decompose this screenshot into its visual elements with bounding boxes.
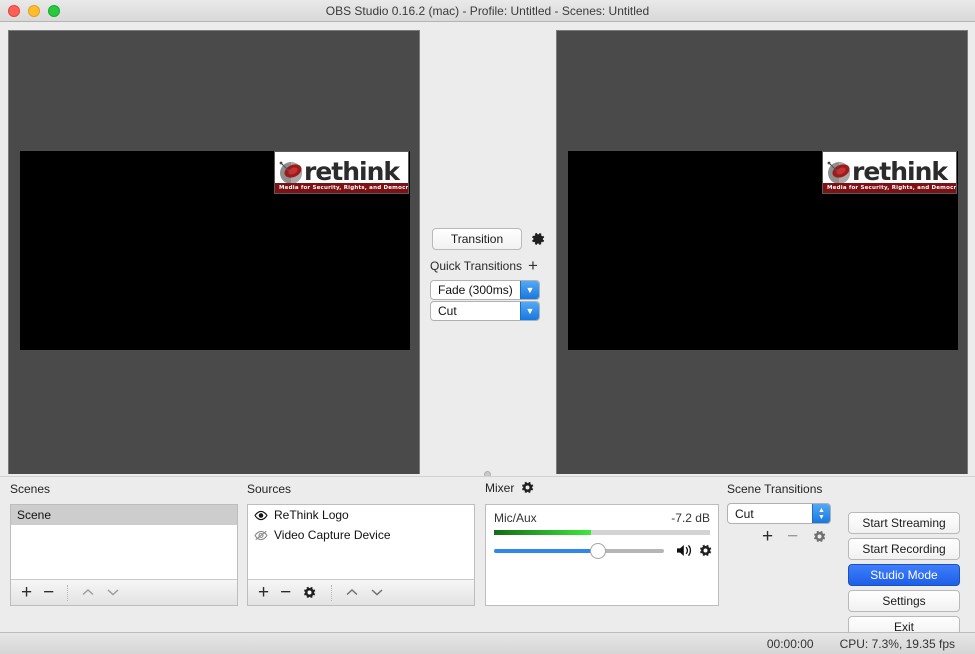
globe-icon <box>278 160 304 186</box>
logo-tagline: Media for Security, Rights, and Democrac… <box>823 183 956 193</box>
title-bar: OBS Studio 0.16.2 (mac) - Profile: Untit… <box>0 0 975 22</box>
gear-icon[interactable] <box>698 543 714 559</box>
preview-video-surface: rethink Media for Security, Rights, and … <box>20 151 410 350</box>
scene-transition-selected-label: Cut <box>735 506 754 521</box>
mixer-channel-name: Mic/Aux <box>494 511 537 525</box>
add-scene-button[interactable]: + <box>21 583 32 602</box>
obs-studio-window: OBS Studio 0.16.2 (mac) - Profile: Untit… <box>0 0 975 654</box>
volume-meter-fill <box>494 530 592 535</box>
mixer-panel: Mic/Aux -7.2 dB <box>485 504 719 606</box>
logo-wordmark: rethink <box>304 156 400 186</box>
logo-wordmark: rethink <box>852 156 948 186</box>
list-item[interactable]: Video Capture Device <box>248 525 474 545</box>
scenes-dock-title: Scenes <box>10 482 51 496</box>
mixer-dock-title: Mixer <box>485 481 515 495</box>
quick-transition-fade-label: Fade (300ms) <box>438 283 513 297</box>
start-recording-button[interactable]: Start Recording <box>848 538 960 560</box>
status-bar: 00:00:00 CPU: 7.3%, 19.35 fps <box>0 632 975 654</box>
preview-area: rethink Media for Security, Rights, and … <box>0 22 975 474</box>
scenes-list[interactable]: Scene + − <box>10 504 238 606</box>
scene-name: Scene <box>17 508 52 522</box>
rethink-logo-overlay-program: rethink Media for Security, Rights, and … <box>822 151 957 194</box>
scene-transitions-toolbar: + − <box>762 527 828 546</box>
quick-transitions-label: Quick Transitions <box>430 259 523 273</box>
controls-dock: Start Streaming Start Recording Studio M… <box>848 512 960 638</box>
quick-transition-cut[interactable]: Cut ▼ <box>430 301 540 321</box>
globe-icon <box>826 160 852 186</box>
program-canvas[interactable]: rethink Media for Security, Rights, and … <box>556 30 968 474</box>
volume-meter <box>494 530 710 535</box>
chevron-down-icon[interactable]: ▼ <box>520 281 539 299</box>
gear-icon[interactable] <box>302 585 318 601</box>
plus-icon[interactable]: + <box>528 257 538 274</box>
move-scene-up-button[interactable] <box>81 585 95 601</box>
source-name: Video Capture Device <box>274 528 391 542</box>
list-item[interactable]: Scene <box>11 505 237 525</box>
sources-dock-title: Sources <box>247 482 292 496</box>
logo-tagline: Media for Security, Rights, and Democrac… <box>275 183 408 193</box>
scene-transitions-dock-title: Scene Transitions <box>727 482 823 496</box>
toolbar-separator <box>331 584 333 601</box>
chevron-down-icon[interactable]: ▼ <box>520 302 539 320</box>
studio-mode-button[interactable]: Studio Mode <box>848 564 960 586</box>
status-timecode: 00:00:00 <box>766 636 814 651</box>
mixer-channel-level: -7.2 dB <box>671 511 710 525</box>
volume-slider[interactable] <box>494 543 664 559</box>
list-item[interactable]: ReThink Logo <box>248 505 474 525</box>
status-performance: CPU: 7.3%, 19.35 fps <box>839 636 955 651</box>
rethink-logo-overlay: rethink Media for Security, Rights, and … <box>274 151 409 194</box>
quick-transition-cut-label: Cut <box>438 304 457 318</box>
transition-controls: Transition Quick Transitions + Fade (300… <box>424 44 552 496</box>
volume-slider-handle[interactable] <box>590 543 606 559</box>
program-video-surface: rethink Media for Security, Rights, and … <box>568 151 958 350</box>
quick-transitions-header: Quick Transitions + <box>430 257 538 274</box>
mixer-dock-header: Mixer <box>485 480 536 496</box>
transition-button[interactable]: Transition <box>432 228 522 250</box>
volume-slider-empty-track <box>598 549 664 553</box>
gear-icon[interactable] <box>520 480 536 496</box>
volume-slider-filled-track <box>494 549 598 553</box>
settings-button[interactable]: Settings <box>848 590 960 612</box>
speaker-icon[interactable] <box>676 543 693 558</box>
move-source-up-button[interactable] <box>345 585 359 601</box>
add-source-button[interactable]: + <box>258 583 269 602</box>
stepper-updown-icon[interactable]: ▲ ▼ <box>812 504 830 523</box>
scene-transition-select[interactable]: Cut ▲ ▼ <box>727 503 831 524</box>
start-streaming-button[interactable]: Start Streaming <box>848 512 960 534</box>
source-name: ReThink Logo <box>274 508 349 522</box>
move-source-down-button[interactable] <box>370 585 384 601</box>
preview-canvas[interactable]: rethink Media for Security, Rights, and … <box>8 30 420 474</box>
sources-toolbar: + − <box>248 579 474 605</box>
remove-source-button[interactable]: − <box>280 583 291 602</box>
eye-hidden-icon[interactable] <box>254 530 268 541</box>
add-transition-button[interactable]: + <box>762 527 773 546</box>
gear-icon[interactable] <box>530 231 546 247</box>
transition-row: Transition <box>432 228 546 250</box>
dock-row: Scenes Scene + − Sources ReThink Logo Vi… <box>0 477 975 638</box>
scenes-toolbar: + − <box>11 579 237 605</box>
window-title: OBS Studio 0.16.2 (mac) - Profile: Untit… <box>325 3 650 18</box>
eye-visible-icon[interactable] <box>254 510 268 521</box>
remove-transition-button[interactable]: − <box>787 527 798 546</box>
move-scene-down-button[interactable] <box>106 585 120 601</box>
quick-transition-fade[interactable]: Fade (300ms) ▼ <box>430 280 540 300</box>
gear-icon[interactable] <box>812 529 828 545</box>
remove-scene-button[interactable]: − <box>43 583 54 602</box>
toolbar-separator <box>67 584 69 601</box>
sources-list[interactable]: ReThink Logo Video Capture Device + − <box>247 504 475 606</box>
